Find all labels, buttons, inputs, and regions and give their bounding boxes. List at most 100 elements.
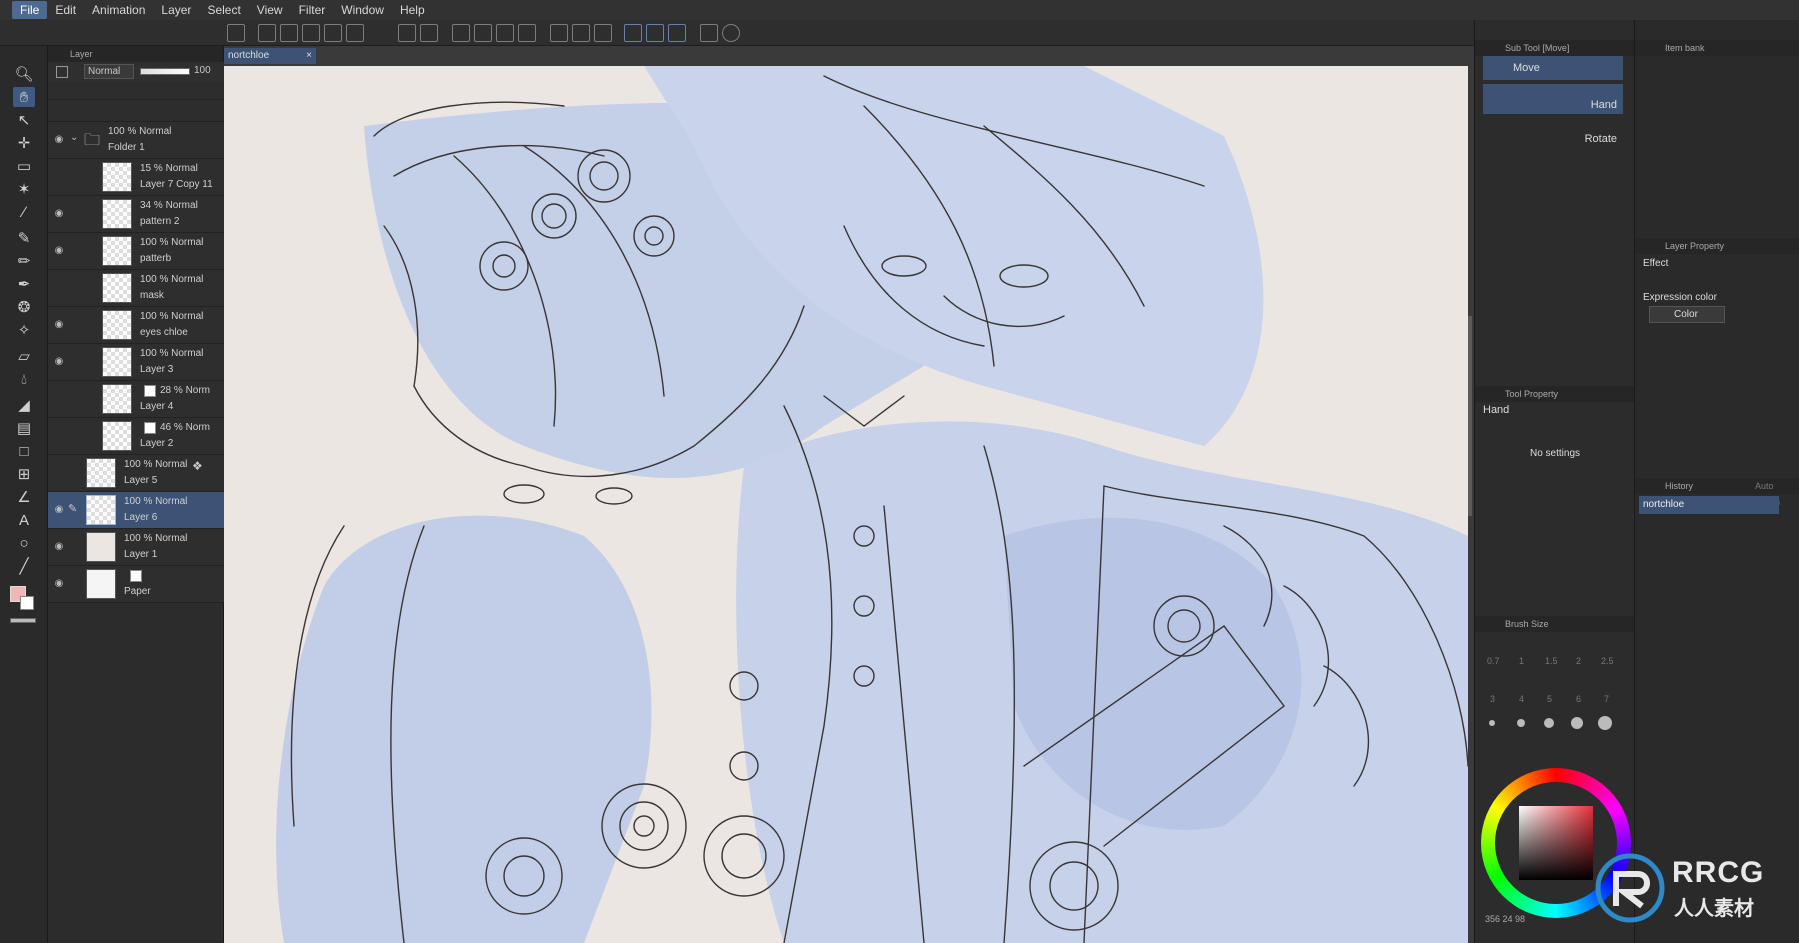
blend-icon[interactable]: 💧︎ — [13, 369, 35, 389]
open-file-icon[interactable] — [280, 24, 298, 42]
layer-row[interactable]: 100 % Normal mask — [48, 270, 224, 307]
brush-size-option[interactable]: 0.7 — [1487, 656, 1500, 666]
operation-icon[interactable]: ↖ — [13, 110, 35, 130]
brush-dot[interactable] — [1571, 717, 1583, 729]
brush-size-option[interactable]: 5 — [1547, 694, 1552, 704]
decoration-icon[interactable]: ✧ — [13, 320, 35, 340]
snap-special-ruler-icon[interactable] — [646, 24, 664, 42]
balloon-icon[interactable]: ○ — [13, 533, 35, 553]
undo-icon[interactable] — [398, 24, 416, 42]
visibility-eye-icon[interactable]: ◉ — [52, 356, 66, 367]
menu-layer[interactable]: Layer — [153, 1, 199, 19]
layer-row[interactable]: 15 % Normal Layer 7 Copy 11 — [48, 159, 224, 196]
layer-panel-tab[interactable]: Layer — [48, 46, 223, 62]
layer-row[interactable]: ◉ ⌄ 🗀︎ 100 % Normal Folder 1 — [48, 122, 224, 159]
visibility-eye-icon[interactable]: ◉ — [52, 245, 66, 256]
figure-icon[interactable]: □ — [13, 441, 35, 461]
layer-row[interactable]: ◉ Paper — [48, 566, 224, 603]
deselect-icon[interactable] — [550, 24, 568, 42]
ruler-icon[interactable]: ∠ — [13, 487, 35, 507]
hand-tool-icon[interactable]: ✋︎ — [13, 87, 35, 107]
app-icon[interactable] — [227, 24, 245, 42]
menu-select[interactable]: Select — [199, 1, 248, 19]
brush-size-option[interactable]: 2.5 — [1601, 656, 1614, 666]
expression-color-select[interactable]: Color — [1649, 306, 1725, 323]
sub-tool-move[interactable]: Move — [1483, 56, 1623, 80]
auto-select-icon[interactable]: ✶ — [13, 179, 35, 199]
document-tab[interactable]: nortchloe × — [224, 48, 316, 64]
layer-row[interactable]: ◉ 100 % Normal Layer 1 — [48, 529, 224, 566]
brush-dot[interactable] — [1598, 716, 1612, 730]
layer-row[interactable]: ◉ 34 % Normal pattern 2 — [48, 196, 224, 233]
visibility-eye-icon[interactable]: ◉ — [52, 319, 66, 330]
brush-size-option[interactable]: 4 — [1519, 694, 1524, 704]
snap-grid-icon[interactable] — [668, 24, 686, 42]
transform-icon[interactable] — [518, 24, 536, 42]
snap-ruler-icon[interactable] — [624, 24, 642, 42]
brush-size-option[interactable]: 6 — [1576, 694, 1581, 704]
eyedropper-icon[interactable]: ∕ — [13, 202, 35, 222]
airbrush-icon[interactable]: ❂ — [13, 297, 35, 317]
show-selection-icon[interactable] — [594, 24, 612, 42]
frame-border-icon[interactable]: ⊞ — [13, 464, 35, 484]
fill-tool-icon[interactable]: ◢ — [13, 395, 35, 415]
blend-mode-select[interactable]: Normal — [84, 64, 134, 79]
menu-edit[interactable]: Edit — [47, 1, 84, 19]
brush-size-option[interactable]: 2 — [1576, 656, 1581, 666]
visibility-eye-icon[interactable]: ◉ — [52, 208, 66, 219]
layer-property-header[interactable]: Layer Property — [1635, 238, 1799, 254]
clear-icon[interactable] — [474, 24, 492, 42]
brush-size-option[interactable]: 7 — [1604, 694, 1609, 704]
sub-tool-rotate[interactable]: Rotate — [1483, 118, 1623, 148]
sub-color-swatch[interactable] — [20, 596, 34, 610]
fill-icon[interactable] — [496, 24, 514, 42]
visibility-eye-icon[interactable]: ◉ — [52, 504, 66, 515]
selection-icon[interactable]: ▭ — [13, 156, 35, 176]
loading-icon[interactable] — [452, 24, 470, 42]
layer-row[interactable]: 100 % Normal Layer 5 ❖ — [48, 455, 224, 492]
saturation-square[interactable] — [1519, 806, 1593, 880]
folder-expand-icon[interactable]: ⌄ — [70, 132, 78, 143]
visibility-eye-icon[interactable]: ◉ — [52, 541, 66, 552]
layer-row[interactable]: ◉ 100 % Normal eyes chloe — [48, 307, 224, 344]
brush-dot[interactable] — [1489, 720, 1495, 726]
new-file-icon[interactable] — [258, 24, 276, 42]
menu-window[interactable]: Window — [333, 1, 392, 19]
text-icon[interactable]: A — [13, 510, 35, 530]
print-icon[interactable] — [346, 24, 364, 42]
pencil-icon[interactable]: ✏ — [13, 251, 35, 271]
layer-row[interactable]: 46 % Norm Layer 2 — [48, 418, 224, 455]
lock-transparency-icon[interactable] — [56, 66, 68, 78]
layer-row[interactable]: 28 % Norm Layer 4 — [48, 381, 224, 418]
brush-size-option[interactable]: 1.5 — [1545, 656, 1558, 666]
invert-selection-icon[interactable] — [572, 24, 590, 42]
layer-row[interactable]: ◉ 100 % Normal patterb — [48, 233, 224, 270]
layer-row-selected[interactable]: ◉ ✎ 100 % Normal Layer 6 — [48, 492, 224, 529]
help-icon[interactable] — [722, 24, 740, 42]
save-icon[interactable] — [302, 24, 320, 42]
visibility-eye-icon[interactable]: ◉ — [52, 578, 66, 589]
zoom-icon[interactable]: 🔍︎ — [13, 64, 35, 84]
menu-view[interactable]: View — [249, 1, 291, 19]
opacity-slider[interactable] — [140, 68, 190, 75]
brush-dot[interactable] — [1544, 718, 1554, 728]
item-bank-header[interactable]: Item bank — [1635, 40, 1799, 56]
eraser-icon[interactable]: ▱ — [13, 346, 35, 366]
export-icon[interactable] — [324, 24, 342, 42]
brush-icon[interactable]: ✒ — [13, 274, 35, 294]
brush-size-header[interactable]: Brush Size — [1475, 616, 1634, 632]
correct-line-icon[interactable]: ╱ — [13, 556, 35, 576]
brush-size-option[interactable]: 1 — [1519, 656, 1524, 666]
tool-property-header[interactable]: Tool Property — [1475, 386, 1634, 402]
opacity-value[interactable]: 100 — [194, 65, 211, 76]
menu-file[interactable]: File — [12, 1, 48, 19]
visibility-eye-icon[interactable]: ◉ — [52, 134, 66, 145]
gradient-icon[interactable]: ▤ — [13, 418, 35, 438]
sub-tool-header[interactable]: Sub Tool [Move] — [1475, 40, 1634, 56]
layer-row[interactable]: ◉ 100 % Normal Layer 3 — [48, 344, 224, 381]
brush-size-option[interactable]: 3 — [1490, 694, 1495, 704]
transparent-color-swatch[interactable] — [10, 618, 36, 623]
pen-icon[interactable]: ✎ — [13, 228, 35, 248]
move-layer-icon[interactable]: ✛ — [13, 133, 35, 153]
drawing-canvas[interactable] — [224, 66, 1468, 943]
